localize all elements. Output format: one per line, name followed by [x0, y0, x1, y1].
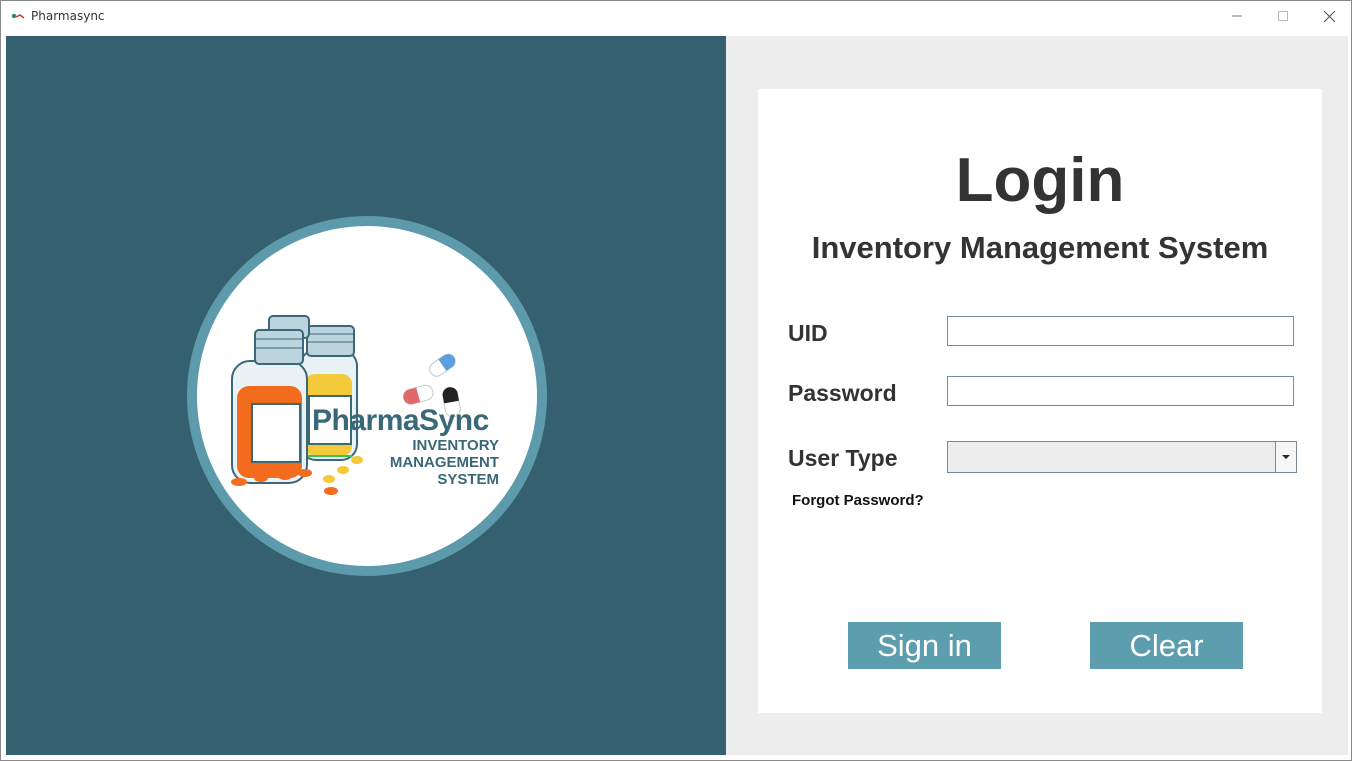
- brand-subtitle-line: INVENTORY: [412, 437, 499, 454]
- close-icon: [1323, 10, 1335, 22]
- app-window: Pharmasync PharmaSync INVENTORY MANAGEME…: [0, 0, 1352, 761]
- user-type-label: User Type: [788, 445, 898, 471]
- uid-label: UID: [788, 320, 828, 346]
- user-type-dropdown[interactable]: [947, 441, 1297, 473]
- uid-input[interactable]: [947, 316, 1294, 346]
- app-icon: [11, 13, 25, 19]
- maximize-icon: [1278, 11, 1288, 21]
- login-title: Login: [955, 146, 1125, 215]
- maximize-button[interactable]: [1260, 1, 1306, 31]
- close-button[interactable]: [1306, 1, 1352, 31]
- forgot-password-link[interactable]: Forgot Password?: [792, 492, 924, 509]
- window-title: Pharmasync: [31, 9, 105, 23]
- brand-subtitle: INVENTORY MANAGEMENT SYSTEM: [390, 437, 499, 488]
- sign-in-button[interactable]: Sign in: [848, 622, 1001, 669]
- minimize-button[interactable]: [1214, 1, 1260, 31]
- logo-ring: PharmaSync INVENTORY MANAGEMENT SYSTEM: [187, 216, 547, 576]
- password-input[interactable]: [947, 376, 1294, 406]
- pill-bottles-icon: [231, 315, 461, 495]
- brand-subtitle-line: SYSTEM: [437, 471, 499, 488]
- chevron-down-icon: [1282, 455, 1290, 459]
- minimize-icon: [1232, 15, 1242, 17]
- brand-name: PharmaSync: [312, 404, 489, 437]
- logo: PharmaSync INVENTORY MANAGEMENT SYSTEM: [197, 226, 537, 566]
- main-content: PharmaSync INVENTORY MANAGEMENT SYSTEM L…: [6, 36, 1348, 755]
- title-bar: Pharmasync: [1, 1, 1351, 31]
- clear-button[interactable]: Clear: [1090, 622, 1243, 669]
- branding-panel: PharmaSync INVENTORY MANAGEMENT SYSTEM: [6, 36, 726, 755]
- dropdown-arrow-button[interactable]: [1275, 442, 1296, 472]
- password-label: Password: [788, 380, 897, 406]
- login-card: Login Inventory Management System UID Pa…: [758, 89, 1322, 713]
- login-subtitle: Inventory Management System: [811, 230, 1269, 265]
- brand-subtitle-line: MANAGEMENT: [389, 454, 499, 471]
